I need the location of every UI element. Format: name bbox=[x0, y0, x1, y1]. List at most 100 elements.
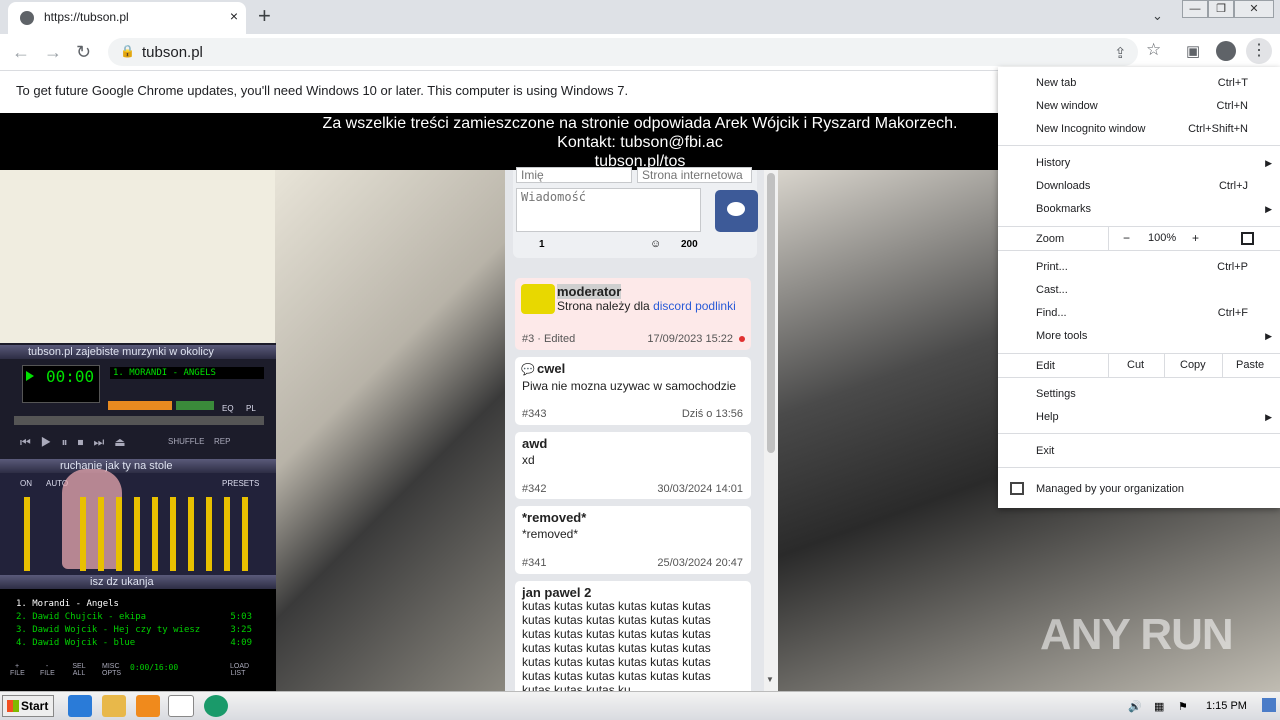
playlist-toggle-button[interactable]: PL bbox=[246, 404, 256, 413]
menu-item-bookmarks[interactable]: Bookmarks bbox=[1036, 203, 1091, 215]
playlist-item[interactable]: 1. Morandi - Angels bbox=[16, 599, 119, 609]
eq-presets-button[interactable]: PRESETS bbox=[222, 479, 259, 488]
select-all-button[interactable]: SEL ALL bbox=[72, 663, 86, 677]
playlist-item[interactable]: 4. Dawid Wojcik - blue bbox=[16, 638, 135, 648]
scrollbar-thumb[interactable] bbox=[767, 173, 775, 453]
close-window-button[interactable]: ✕ bbox=[1234, 0, 1274, 18]
eq-band-slider[interactable] bbox=[224, 497, 230, 571]
eq-band-slider[interactable] bbox=[98, 497, 104, 571]
eq-on-button[interactable]: ON bbox=[20, 479, 32, 488]
winamp-player: tubson.pl zajebiste murzynki w okolicy 0… bbox=[0, 343, 276, 691]
menu-item-settings[interactable]: Settings bbox=[1036, 388, 1076, 400]
paste-button[interactable]: Paste bbox=[1236, 359, 1264, 371]
media-player-taskbar-icon[interactable] bbox=[136, 695, 160, 717]
eq-band-slider[interactable] bbox=[134, 497, 140, 571]
menu-item-history[interactable]: History bbox=[1036, 157, 1070, 169]
playlist-duration: 4:09 bbox=[230, 638, 252, 648]
zoom-in-button[interactable]: + bbox=[1192, 231, 1199, 245]
show-desktop-button[interactable] bbox=[1262, 698, 1276, 712]
send-button[interactable] bbox=[715, 190, 758, 232]
playlist-item[interactable]: 2. Dawid Chujcik - ekipa bbox=[16, 612, 146, 622]
eq-preamp-slider[interactable] bbox=[24, 497, 30, 571]
side-panel-icon[interactable]: ▣ bbox=[1186, 42, 1200, 60]
discord-link[interactable]: discord podlinki bbox=[653, 299, 736, 313]
new-tab-button[interactable]: + bbox=[258, 3, 271, 29]
tab-search-icon[interactable]: ⌄ bbox=[1152, 8, 1163, 24]
menu-item-new-incognito[interactable]: New Incognito window bbox=[1036, 123, 1145, 135]
menu-item-print[interactable]: Print... bbox=[1036, 261, 1068, 273]
volume-icon[interactable]: 🔊 bbox=[1128, 700, 1142, 713]
managed-by-org[interactable]: Managed by your organization bbox=[1036, 483, 1184, 495]
website-input[interactable] bbox=[637, 167, 752, 183]
flag-icon[interactable]: ⚑ bbox=[1178, 700, 1188, 713]
webcam-overlay-image bbox=[62, 469, 122, 569]
playlist-title-bar[interactable]: isz dz ukanja bbox=[0, 575, 276, 589]
moderator-avatar bbox=[521, 284, 555, 314]
load-list-button[interactable]: LOAD LIST bbox=[230, 663, 249, 677]
eq-band-slider[interactable] bbox=[80, 497, 86, 571]
network-icon[interactable]: ▦ bbox=[1154, 700, 1164, 713]
tab-close-icon[interactable]: × bbox=[230, 8, 238, 24]
playlist-item[interactable]: 3. Dawid Wojcik - Hej czy ty wiesz bbox=[16, 625, 200, 635]
explorer-taskbar-icon[interactable] bbox=[102, 695, 126, 717]
message-id: #343 bbox=[522, 408, 547, 420]
eq-toggle-button[interactable]: EQ bbox=[222, 404, 234, 413]
browser-tab[interactable]: https://tubson.pl × bbox=[8, 2, 246, 34]
eq-band-slider[interactable] bbox=[206, 497, 212, 571]
menu-item-cast[interactable]: Cast... bbox=[1036, 284, 1068, 296]
back-button[interactable]: ← bbox=[12, 42, 30, 63]
eq-band-slider[interactable] bbox=[116, 497, 122, 571]
menu-item-exit[interactable]: Exit bbox=[1036, 445, 1054, 457]
misc-options-button[interactable]: MISC OPTS bbox=[102, 663, 121, 677]
start-button[interactable]: Start bbox=[2, 695, 54, 717]
edge-taskbar-icon[interactable] bbox=[204, 695, 228, 717]
chrome-menu-button[interactable]: ⋮ bbox=[1246, 38, 1272, 64]
ie-taskbar-icon[interactable] bbox=[68, 695, 92, 717]
name-input[interactable] bbox=[516, 167, 632, 183]
menu-separator bbox=[998, 377, 1280, 378]
equalizer-title-bar[interactable]: ruchanie jak ty na stole bbox=[0, 459, 276, 473]
restore-button[interactable]: ❐ bbox=[1208, 0, 1234, 18]
volume-slider[interactable] bbox=[108, 401, 172, 410]
menu-item-new-tab[interactable]: New tab bbox=[1036, 77, 1076, 89]
shoutbox-form: 1 ☺ 200 bbox=[513, 167, 758, 258]
address-bar[interactable]: 🔒 tubson.pl ⇪ bbox=[108, 38, 1138, 66]
scroll-down-icon[interactable]: ▼ bbox=[766, 675, 774, 684]
menu-item-new-window[interactable]: New window bbox=[1036, 100, 1098, 112]
message-id: #3 · Edited bbox=[522, 333, 576, 345]
reload-button[interactable]: ↻ bbox=[76, 42, 91, 63]
transport-controls[interactable]: ⏮▶⏸⏹⏭⏏ bbox=[20, 435, 136, 450]
menu-item-help[interactable]: Help bbox=[1036, 411, 1059, 423]
message-input[interactable] bbox=[516, 188, 701, 232]
add-file-button[interactable]: + FILE bbox=[10, 663, 25, 677]
clock[interactable]: 1:15 PM bbox=[1206, 700, 1247, 712]
eq-band-slider[interactable] bbox=[188, 497, 194, 571]
cut-button[interactable]: Cut bbox=[1127, 359, 1144, 371]
zoom-out-button[interactable]: − bbox=[1123, 231, 1130, 245]
message-id: #341 bbox=[522, 557, 547, 569]
remove-file-button[interactable]: - FILE bbox=[40, 663, 55, 677]
forward-button[interactable]: → bbox=[44, 42, 62, 63]
minimize-button[interactable]: — bbox=[1182, 0, 1208, 18]
copy-button[interactable]: Copy bbox=[1180, 359, 1206, 371]
eq-band-slider[interactable] bbox=[170, 497, 176, 571]
repeat-button[interactable]: REP bbox=[214, 437, 230, 446]
shuffle-button[interactable]: SHUFFLE bbox=[168, 437, 204, 446]
chrome-taskbar-icon[interactable] bbox=[168, 695, 194, 717]
url-text[interactable]: tubson.pl bbox=[142, 44, 203, 61]
eq-band-slider[interactable] bbox=[242, 497, 248, 571]
menu-item-more-tools[interactable]: More tools bbox=[1036, 330, 1087, 342]
counter-left: 1 bbox=[539, 239, 545, 250]
emoji-icon[interactable]: ☺ bbox=[650, 238, 661, 250]
profile-avatar-icon[interactable] bbox=[1216, 41, 1236, 61]
menu-item-downloads[interactable]: Downloads bbox=[1036, 180, 1090, 192]
seek-bar[interactable] bbox=[14, 416, 264, 425]
lock-icon[interactable]: 🔒 bbox=[120, 44, 135, 58]
balance-slider[interactable] bbox=[176, 401, 214, 410]
winamp-title-bar[interactable]: tubson.pl zajebiste murzynki w okolicy bbox=[0, 345, 276, 359]
menu-item-find[interactable]: Find... bbox=[1036, 307, 1067, 319]
share-icon[interactable]: ⇪ bbox=[1114, 44, 1127, 62]
eq-band-slider[interactable] bbox=[152, 497, 158, 571]
fullscreen-icon[interactable] bbox=[1241, 232, 1254, 245]
bookmark-star-icon[interactable]: ☆ bbox=[1146, 40, 1161, 60]
